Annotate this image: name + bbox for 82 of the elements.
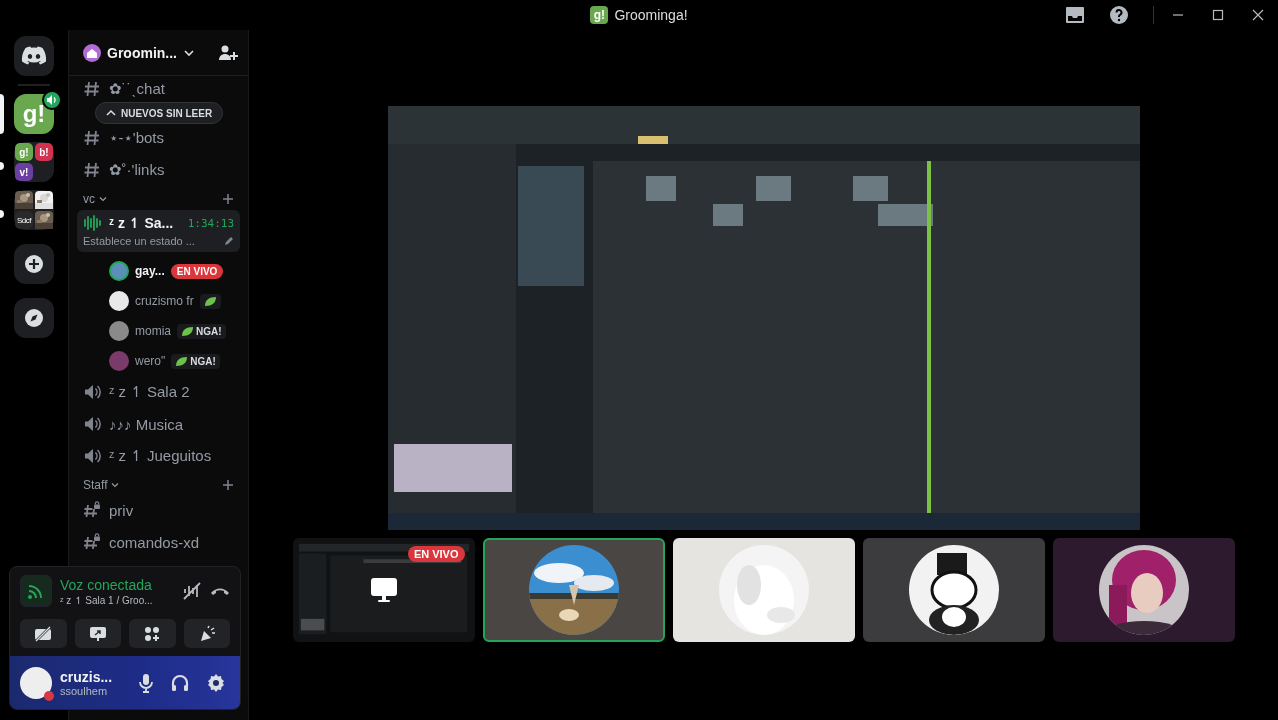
soundboard-button[interactable] (183, 619, 230, 648)
activities-icon (144, 625, 161, 642)
channel-item[interactable]: ᶻ z ↿ Jueguitos (77, 440, 240, 472)
maximize-icon (1212, 9, 1224, 21)
member-name[interactable]: momia (135, 324, 171, 338)
server-folder[interactable]: Sdcf (14, 190, 54, 230)
speaker-icon (83, 415, 101, 433)
server-label: g! (15, 143, 33, 161)
category-header[interactable]: Staff (83, 478, 108, 492)
channel-location[interactable]: ᶻ z ↿ Sala 1 / Groo... (60, 594, 174, 606)
add-channel-icon[interactable] (222, 479, 234, 491)
channel-item[interactable]: comandos-xd (77, 526, 240, 558)
username: cruzis... (60, 668, 114, 685)
noise-suppression-icon[interactable] (182, 582, 202, 600)
voice-channel-item[interactable]: ᶻ z ↿ Sa... 1:34:13 Establece un estado ... (77, 210, 240, 252)
leaf-icon (175, 355, 189, 367)
sound-wave-icon (83, 215, 103, 231)
monitor-icon (369, 577, 398, 603)
camera-off-button[interactable] (20, 619, 67, 648)
locked-hash-icon (83, 501, 101, 519)
user-handle: ssoulhem (60, 684, 109, 697)
new-unread-toast[interactable]: NUEVOS SIN LEER (95, 102, 224, 124)
close-icon (1252, 9, 1264, 21)
channel-name: ᶻ z ↿ Sa... (109, 215, 174, 231)
speaker-icon (83, 447, 101, 465)
role-name: NGA! (196, 325, 222, 337)
pencil-icon[interactable] (224, 236, 234, 246)
plus-icon (24, 254, 44, 274)
leaf-icon (203, 295, 217, 307)
role-name: NGA! (190, 355, 216, 367)
speaker-icon (83, 383, 101, 401)
activities-button[interactable] (129, 619, 176, 648)
participant-tile[interactable] (1052, 538, 1235, 642)
live-badge: EN VIVO (407, 546, 465, 562)
server-label: g! (22, 100, 46, 128)
add-server-button[interactable] (14, 244, 54, 284)
hash-icon (83, 161, 101, 179)
participant-tile[interactable] (672, 538, 855, 642)
server-label: b! (35, 143, 53, 161)
compass-icon (24, 308, 44, 328)
add-channel-icon[interactable] (222, 193, 234, 205)
add-member-icon[interactable] (218, 43, 238, 62)
participant-tile[interactable] (482, 538, 665, 642)
hash-icon (83, 80, 101, 98)
help-icon[interactable] (1109, 5, 1129, 25)
connection-status: Voz conectada (60, 576, 153, 593)
channel-item[interactable]: ᶻ z ↿ Sala 2 (77, 376, 240, 408)
channel-item[interactable]: ⋆-⋆'bots (77, 122, 240, 154)
member-name[interactable]: wero" (135, 354, 166, 368)
server-name[interactable]: Groomin... (107, 44, 177, 61)
channel-item[interactable]: ✿˚·'links (77, 154, 240, 186)
screen-share-icon (88, 625, 107, 642)
server-label: v! (15, 163, 33, 181)
camera-off-icon (34, 625, 53, 642)
game-controller-icon (21, 46, 47, 66)
participant-tile[interactable]: EN VIVO (292, 538, 475, 642)
channel-item[interactable]: priv (77, 494, 240, 526)
server-label: Sdcf (15, 211, 33, 229)
avatar[interactable] (20, 666, 52, 699)
category-header[interactable]: vc (83, 192, 95, 206)
call-timer: 1:34:13 (187, 216, 234, 230)
member-name[interactable]: gay... (135, 264, 165, 278)
hang-up-icon[interactable] (210, 586, 230, 596)
window-title: Groominga! (614, 7, 688, 23)
app-logo: g! (590, 6, 609, 24)
channel-item[interactable]: ✿˙˙ˎchat (77, 78, 240, 100)
discover-button[interactable] (14, 298, 54, 338)
server-avatar-icon (83, 43, 101, 62)
chevron-up-icon (106, 109, 116, 117)
status-prompt[interactable]: Establece un estado ... (83, 235, 195, 247)
live-badge: EN VIVO (170, 263, 224, 279)
home-button[interactable] (14, 36, 54, 76)
signal-icon[interactable] (20, 575, 52, 607)
inbox-icon[interactable] (1065, 6, 1085, 24)
server-folder[interactable]: g! b! v! (14, 142, 54, 182)
member-name[interactable]: cruzismo fr (135, 294, 194, 308)
channel-item[interactable]: ♪♪♪ Musica (77, 408, 240, 440)
leaf-icon (181, 325, 194, 337)
share-screen-button[interactable] (74, 619, 121, 648)
participant-tile[interactable] (862, 538, 1045, 642)
hash-icon (83, 129, 101, 147)
locked-hash-icon (83, 533, 101, 551)
